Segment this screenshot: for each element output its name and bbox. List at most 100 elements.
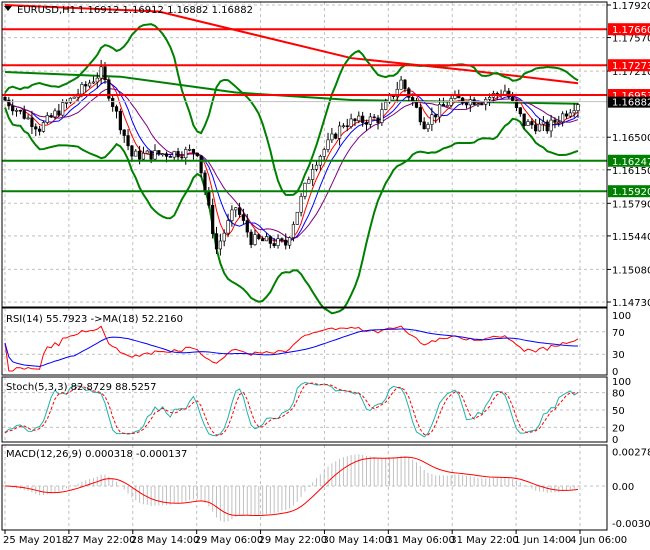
candle [295, 211, 299, 225]
candle [268, 236, 272, 244]
time-tick-label: 27 May 22:00 [67, 535, 136, 546]
candle [214, 233, 219, 250]
candle [307, 179, 311, 184]
candle [191, 148, 196, 154]
candle [326, 139, 330, 150]
candle [245, 220, 249, 233]
candle [572, 110, 576, 114]
candle [172, 151, 176, 158]
price-tick-label: 1.15080 [612, 265, 650, 276]
candle [157, 150, 161, 155]
candle [407, 88, 411, 98]
candle [576, 104, 580, 111]
candle [180, 156, 184, 159]
macd-panel[interactable]: 0.002785 0.00 -0.003002 [2, 448, 650, 530]
candle [353, 118, 357, 122]
rsi-line [4, 325, 579, 372]
candle [549, 119, 553, 132]
candle [287, 237, 292, 246]
time-axis: 25 May 201827 May 22:0028 May 14:0029 Ma… [3, 530, 627, 546]
candle [88, 82, 92, 87]
price-tick-label: 1.15440 [612, 232, 650, 243]
time-tick-label: 29 May 22:00 [259, 535, 328, 546]
candle [30, 117, 34, 128]
price-tick-label: 1.14730 [612, 298, 650, 309]
candle [3, 96, 7, 101]
time-tick-label: 31 May 22:00 [450, 535, 519, 546]
level-price-label: 1.17273 [612, 61, 650, 72]
candle [476, 103, 480, 106]
candle [437, 104, 442, 118]
candle [103, 66, 107, 81]
time-tick-label: 4 Jun 06:00 [570, 535, 627, 546]
candle [264, 236, 269, 242]
candle [38, 128, 42, 132]
candle [187, 148, 192, 151]
candle [145, 150, 149, 154]
ohlc-readout: 1.16912 1.16912 1.16882 1.16882 [78, 5, 253, 16]
macd-tick-label: -0.003002 [612, 519, 650, 530]
candle [434, 114, 438, 118]
candle [203, 172, 207, 192]
candle [418, 107, 422, 123]
candle [399, 79, 403, 90]
macd-tick-label: 0.002785 [612, 448, 650, 459]
candle [226, 220, 230, 234]
candle [299, 196, 303, 213]
candle [234, 207, 238, 211]
candle [276, 238, 280, 247]
price-tick-label: 1.16500 [612, 133, 650, 144]
stoch-tick-label: 80 [612, 389, 625, 400]
candle [26, 117, 30, 120]
candle [134, 150, 138, 157]
candle [280, 238, 284, 241]
level-price-label: 1.15920 [612, 187, 650, 198]
time-tick-label: 1 Jun 14:00 [514, 535, 571, 546]
time-tick-label: 30 May 14:00 [322, 535, 391, 546]
trading-chart[interactable]: 1.179201.175701.172101.165001.161501.157… [0, 0, 650, 550]
candle [41, 122, 46, 132]
candle [441, 104, 446, 107]
candle [464, 102, 469, 106]
candle [249, 231, 253, 245]
price-tick-label: 1.17920 [612, 1, 650, 12]
candle [130, 145, 134, 157]
candle [284, 239, 288, 246]
candle [426, 124, 430, 130]
candle [168, 156, 172, 158]
stoch-tick-label: 100 [612, 377, 631, 388]
stoch-tick-label: 20 [612, 423, 625, 434]
candle [218, 240, 222, 250]
candle [430, 114, 434, 125]
candle [541, 121, 545, 125]
candle [91, 81, 96, 84]
candle [557, 121, 561, 124]
bollinger-lower-line [4, 107, 579, 315]
candle [345, 125, 349, 128]
candle [95, 77, 99, 83]
candle [118, 110, 122, 131]
candle [337, 125, 342, 139]
candle [526, 121, 530, 126]
candle [380, 109, 384, 123]
candle [122, 129, 126, 136]
rsi-tick-label: 70 [612, 328, 625, 339]
candle [57, 110, 61, 116]
candle [72, 96, 76, 99]
candle [357, 115, 361, 122]
candle [176, 151, 180, 158]
stoch-tick-label: 50 [612, 406, 625, 417]
candle [384, 101, 388, 110]
candle [222, 232, 226, 242]
level-price-label: 1.16247 [612, 157, 650, 168]
candle [111, 97, 115, 107]
ma-13-line [4, 88, 579, 240]
candle [80, 84, 84, 95]
candle [149, 150, 153, 160]
macd-tick-label: 0.00 [612, 482, 634, 493]
candle [314, 164, 319, 170]
candle [553, 119, 557, 123]
rsi-label: RSI(14) 55.7923 ->MA(18) 52.2160 [6, 314, 183, 325]
candle [368, 116, 372, 125]
level-price-label: 1.17660 [612, 25, 650, 36]
